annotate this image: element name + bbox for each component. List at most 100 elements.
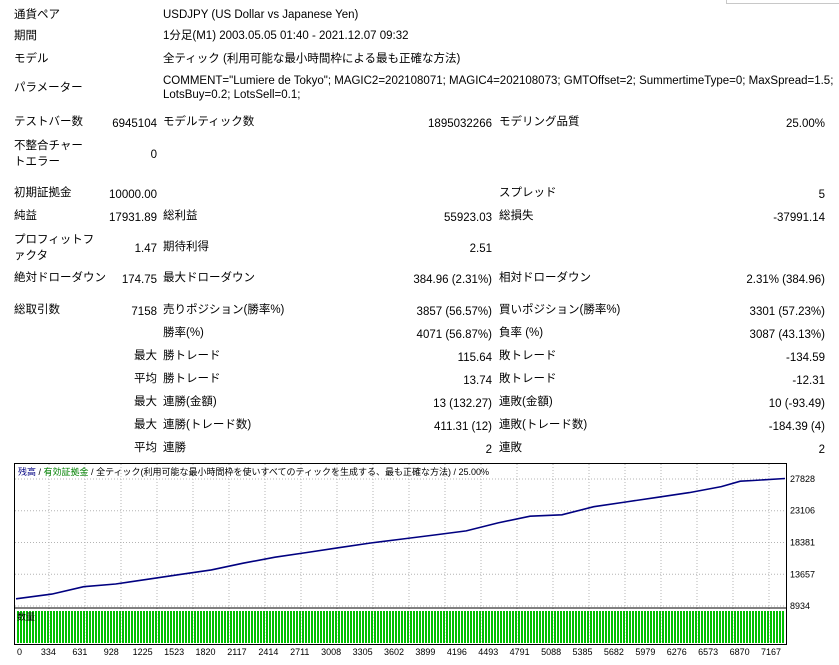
volume-bar [611,611,613,643]
volume-bar [236,611,238,643]
x-tick-label: 6870 [730,647,750,657]
volume-bar [581,611,583,643]
volume-bar [62,611,64,643]
relative-drawdown-label: 相対ドローダウン [499,272,591,284]
volume-bar [464,611,466,643]
volume-bar [692,611,694,643]
x-tick-label: 7167 [761,647,781,657]
volume-bar [662,611,664,643]
mismatch-label: 不整合チャートエラー [14,140,83,168]
volume-bar [614,611,616,643]
expected-payoff-value: 2.51 [469,243,492,255]
volume-bar [560,611,562,643]
x-tick-label: 0 [17,647,22,657]
volume-bar [710,611,712,643]
absolute-drawdown-value: 174.75 [121,274,157,286]
volume-bar [473,611,475,643]
x-tick-label: 2117 [227,647,246,657]
volume-bar [650,611,652,643]
volume-bar [317,611,319,643]
volume-bar [98,611,100,643]
max-label-1: 最大 [134,350,157,362]
x-tick-label: 6276 [667,647,687,657]
volume-bar [74,611,76,643]
volume-bar [143,611,145,643]
volume-bar [545,611,547,643]
x-tick-label: 2414 [258,647,278,657]
volume-bar [404,611,406,643]
volume-bar [158,611,160,643]
volume-bar [776,611,778,643]
volume-bar [134,611,136,643]
volume-bar [476,611,478,643]
x-tick-label: 1523 [164,647,184,657]
volume-bar [215,611,217,643]
volume-bar [707,611,709,643]
volume-bar [386,611,388,643]
x-tick-label: 5385 [572,647,592,657]
volume-bar [92,611,94,643]
volume-bar [287,611,289,643]
volume-bar [527,611,529,643]
volume-bar [380,611,382,643]
volume-bar [194,611,196,643]
volume-bar [152,611,154,643]
volume-bar [41,611,43,643]
volume-bar [557,611,559,643]
volume-bar [461,611,463,643]
avg-cons-wins-label: 連勝 [163,442,186,454]
volume-bar [392,611,394,643]
volume-bar [65,611,67,643]
volume-bar [269,611,271,643]
relative-drawdown-value: 2.31% (384.96) [746,274,825,286]
graph-header-sep-1: / [36,467,44,477]
volume-bar [344,611,346,643]
volume-bar [719,611,721,643]
volume-bar [449,611,451,643]
volume-bar [500,611,502,643]
volume-bar [593,611,595,643]
params-label: パラメーター [14,82,83,94]
volume-bar [443,611,445,643]
lots-label: 数量 [17,611,35,622]
volume-bar [737,611,739,643]
x-tick-label: 631 [72,647,87,657]
volume-bar [164,611,166,643]
volume-bar [326,611,328,643]
volume-bar [335,611,337,643]
largest-loss-value: -134.59 [785,352,825,364]
largest-loss-label: 敗トレード [499,350,557,362]
cons-wins-count-value: 411.31 (12) [434,421,492,433]
volume-bar [377,611,379,643]
x-tick-label: 4196 [447,647,467,657]
volume-bar [80,611,82,643]
volume-bar [299,611,301,643]
cons-wins-amount-label: 連勝(金額) [163,396,217,408]
bars-value: 6945104 [112,118,157,130]
volume-bar [332,611,334,643]
spread-label: スプレッド [499,187,557,199]
volume-bar [104,611,106,643]
volume-bar [587,611,589,643]
x-tick-label: 3899 [415,647,435,657]
profit-factor-value: 1.47 [134,243,157,255]
volume-bar [113,611,115,643]
average-win-value: 13.74 [463,375,492,387]
volume-bar [38,611,40,643]
max-drawdown-label: 最大ドローダウン [163,272,255,284]
volume-bar [176,611,178,643]
volume-bar [584,611,586,643]
volume-bar [482,611,484,643]
volume-bar [422,611,424,643]
volume-bar [53,611,55,643]
volume-bar [347,611,349,643]
volume-bar [161,611,163,643]
volume-bar [758,611,760,643]
y-axis-labels: 27828 23106 18381 13657 8934 [790,474,815,611]
volume-bar [356,611,358,643]
volume-bar [539,611,541,643]
volume-bar [563,611,565,643]
volume-bar [275,611,277,643]
volume-bar [590,611,592,643]
volume-bar [608,611,610,643]
